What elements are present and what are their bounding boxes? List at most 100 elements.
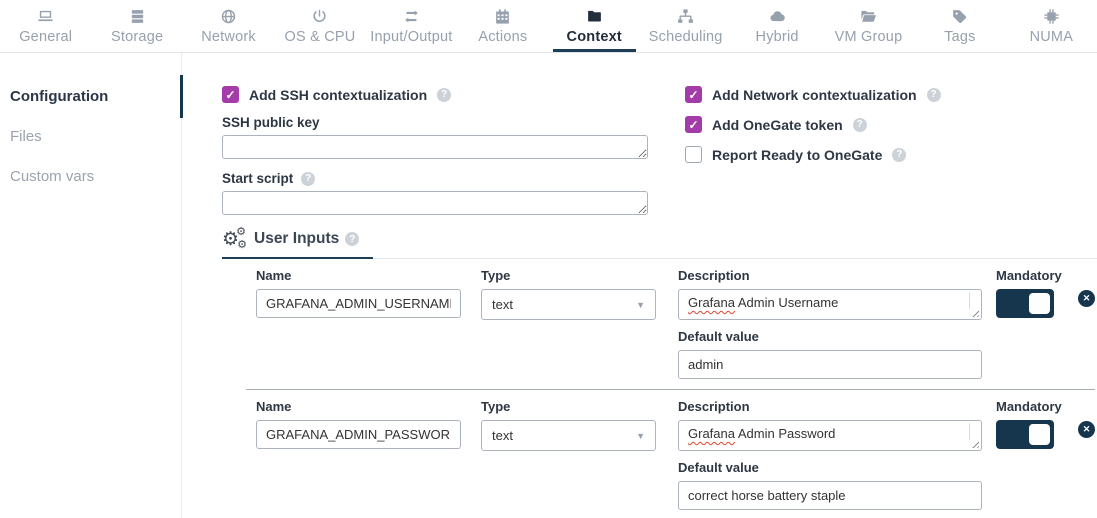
help-icon[interactable] [437, 88, 451, 102]
tab-label: Input/Output [370, 29, 452, 45]
tab-scheduling[interactable]: Scheduling [640, 0, 731, 52]
sidebar-item-files[interactable]: Files [0, 119, 181, 154]
server-icon [129, 8, 146, 25]
folder-icon [586, 8, 603, 25]
tab-input-output[interactable]: Input/Output [366, 0, 457, 52]
type-label: Type [481, 268, 656, 283]
tab-context[interactable]: Context [549, 0, 640, 52]
help-icon[interactable] [301, 172, 315, 186]
wizard-tab-bar: General Storage Network OS & CPU Input/O… [0, 0, 1097, 53]
checkbox[interactable] [685, 86, 702, 103]
sidebar-item-label: Custom vars [10, 168, 94, 185]
name-input[interactable] [256, 420, 461, 449]
default-value-label: Default value [678, 329, 982, 344]
remove-row-button[interactable] [1078, 421, 1095, 438]
sidebar-item-label: Files [10, 128, 42, 145]
description-label: Description [678, 399, 982, 414]
tab-vm-group[interactable]: VM Group [823, 0, 914, 52]
tab-label: Network [201, 29, 256, 45]
default-value-input[interactable] [678, 350, 982, 379]
help-icon[interactable] [345, 232, 359, 246]
sitemap-icon [677, 8, 694, 25]
description-text: Admin Username [735, 295, 838, 310]
power-icon [311, 8, 328, 25]
type-select[interactable]: text [481, 289, 656, 320]
remove-row-button[interactable] [1078, 290, 1095, 307]
configuration-panel: Add SSH contextualization SSH public key… [182, 53, 1097, 518]
selected-type: text [492, 297, 513, 312]
chevron-down-icon [636, 431, 645, 441]
tab-label: VM Group [835, 29, 903, 45]
add-network-contextualization-checkbox-row[interactable]: Add Network contextualization [685, 86, 941, 103]
default-value-input[interactable] [678, 481, 982, 510]
checkbox[interactable] [685, 146, 702, 163]
checkbox[interactable] [685, 116, 702, 133]
section-title: User Inputs [254, 230, 339, 248]
tab-hybrid[interactable]: Hybrid [731, 0, 822, 52]
ssh-public-key-textarea[interactable] [222, 135, 648, 159]
checkbox-label: Report Ready to OneGate [712, 147, 882, 163]
user-input-row: Name Type text Description Grafana Admin… [246, 259, 1095, 389]
user-input-row: Name Type text Description Grafana Admin… [246, 390, 1095, 518]
tab-label: OS & CPU [285, 29, 356, 45]
tab-general[interactable]: General [0, 0, 91, 52]
checkbox[interactable] [222, 86, 239, 103]
selected-type: text [492, 428, 513, 443]
display-icon [37, 8, 54, 25]
tab-numa[interactable]: NUMA [1006, 0, 1097, 52]
tab-tags[interactable]: Tags [914, 0, 1005, 52]
calendar-icon [494, 8, 511, 25]
field-label: SSH public key [222, 115, 320, 130]
report-ready-onegate-checkbox-row[interactable]: Report Ready to OneGate [685, 146, 941, 163]
name-label: Name [256, 399, 461, 414]
type-select[interactable]: text [481, 420, 656, 451]
tab-os-cpu[interactable]: OS & CPU [274, 0, 365, 52]
tab-actions[interactable]: Actions [457, 0, 548, 52]
sidebar-item-label: Configuration [10, 88, 108, 105]
resize-handle[interactable] [970, 308, 979, 317]
tag-icon [951, 8, 968, 25]
help-icon[interactable] [892, 148, 906, 162]
tab-label: Storage [111, 29, 163, 45]
microchip-icon [1043, 8, 1060, 25]
help-icon[interactable] [927, 88, 941, 102]
description-textarea[interactable]: Grafana Admin Username [678, 289, 982, 320]
toggle-knob [1029, 293, 1050, 314]
tab-label: NUMA [1030, 29, 1074, 45]
sidebar-item-configuration[interactable]: Configuration [0, 79, 181, 114]
tab-network[interactable]: Network [183, 0, 274, 52]
add-onegate-token-checkbox-row[interactable]: Add OneGate token [685, 116, 941, 133]
ssh-public-key-label-row: SSH public key [222, 115, 648, 130]
help-icon[interactable] [853, 118, 867, 132]
context-sidebar: Configuration Files Custom vars [0, 53, 182, 518]
mandatory-toggle[interactable] [996, 420, 1054, 449]
gears-icon [222, 227, 248, 251]
tab-label: Hybrid [756, 29, 799, 45]
name-label: Name [256, 268, 461, 283]
description-text-misspelled: Grafana [688, 295, 735, 310]
description-label: Description [678, 268, 982, 283]
description-textarea[interactable]: Grafana Admin Password [678, 420, 982, 451]
sidebar-item-custom-vars[interactable]: Custom vars [0, 159, 181, 194]
add-ssh-contextualization-checkbox-row[interactable]: Add SSH contextualization [222, 86, 648, 103]
resize-handle[interactable] [970, 439, 979, 448]
tab-label: Tags [944, 29, 975, 45]
name-input[interactable] [256, 289, 461, 318]
tab-storage[interactable]: Storage [91, 0, 182, 52]
toggle-knob [1029, 424, 1050, 445]
tab-label: Scheduling [649, 29, 723, 45]
type-label: Type [481, 399, 656, 414]
mandatory-label: Mandatory [996, 399, 1074, 414]
field-label: Start script [222, 171, 293, 186]
folder-open-icon [860, 8, 877, 25]
start-script-textarea[interactable] [222, 191, 648, 215]
tab-user-inputs[interactable]: User Inputs [222, 227, 373, 259]
default-value-label: Default value [678, 460, 982, 475]
checkbox-label: Add SSH contextualization [249, 87, 427, 103]
exchange-arrows-icon [403, 8, 420, 25]
tab-label: Context [567, 29, 622, 45]
checkbox-label: Add OneGate token [712, 117, 843, 133]
tab-label: Actions [478, 29, 527, 45]
mandatory-toggle[interactable] [996, 289, 1054, 318]
chevron-down-icon [636, 300, 645, 310]
